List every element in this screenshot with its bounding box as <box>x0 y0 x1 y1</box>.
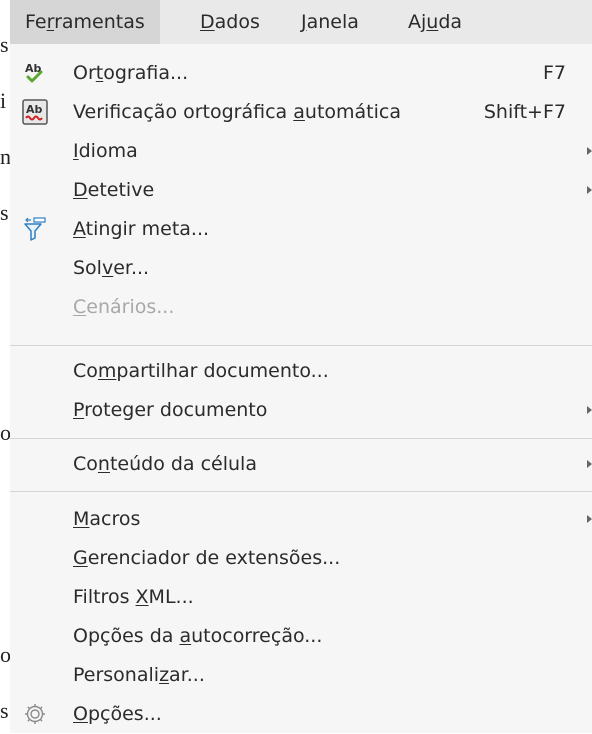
menubar-label: ramentas <box>54 11 145 33</box>
menu-item-cenarios: Cenários... <box>10 288 592 327</box>
document-glyph: s <box>0 200 9 225</box>
menu-item-label: Or <box>73 62 96 84</box>
menubar-item-janela[interactable]: Janela <box>286 0 374 44</box>
menu-item-label: dioma <box>78 140 138 162</box>
menu-item-compartilhar-documento[interactable]: Compartilhar documento... <box>10 352 592 391</box>
autospellcheck-icon: Ab <box>22 99 48 125</box>
menu-item-atingir-meta[interactable]: Atingir meta... <box>10 210 592 249</box>
menu-item-label: utocorreção... <box>191 625 323 647</box>
menu-item-label: Co <box>73 453 98 475</box>
menu-item-label: ar... <box>169 664 205 686</box>
menu-item-label: Filtros <box>73 586 136 608</box>
menubar: Ferramentas Dados Janela Ajuda <box>10 0 592 44</box>
menu-item-accelerator: O <box>73 703 88 725</box>
menu-item-accelerator: a <box>179 625 192 647</box>
menu-item-accelerator: G <box>73 547 88 569</box>
document-glyph: s <box>0 698 9 723</box>
menu-item-label: acros <box>89 508 141 530</box>
spellcheck-icon: Ab <box>22 60 48 86</box>
menu-item-label: Verificação ortográfica <box>73 101 294 123</box>
menubar-item-ferramentas[interactable]: Ferramentas <box>10 0 160 44</box>
menu-item-conteudo-celula[interactable]: Conteúdo da célula <box>10 445 592 484</box>
menubar-label: da <box>438 11 463 33</box>
menubar-accelerator: D <box>200 11 215 33</box>
menu-item-label: partilhar documento... <box>116 360 329 382</box>
menubar-label: ados <box>214 11 260 33</box>
menubar-item-dados[interactable]: Dados <box>185 0 275 44</box>
submenu-arrow-icon <box>587 406 592 414</box>
menu-item-accelerator: D <box>73 179 88 201</box>
menubar-accelerator: r <box>46 11 55 33</box>
menu-item-opcoes[interactable]: Opções... <box>10 695 592 734</box>
menu-item-gerenciador-extensoes[interactable]: Gerenciador de extensões... <box>10 539 592 578</box>
shortcut-label: F7 <box>542 62 566 84</box>
document-glyph: s <box>0 32 9 57</box>
menu-item-accelerator: P <box>73 399 85 421</box>
menu-item-accelerator: m <box>97 360 117 382</box>
menu-item-label: Sol <box>73 257 102 279</box>
submenu-arrow-icon <box>587 515 592 523</box>
menu-item-label: Opções da <box>73 625 180 647</box>
menu-item-label: ML... <box>148 586 194 608</box>
menu-item-personalizar[interactable]: Personalizar... <box>10 656 592 695</box>
menu-item-label: Personali <box>73 664 160 686</box>
menu-item-verificacao-automatica[interactable]: Ab Verificação ortográfica automática Sh… <box>10 93 592 132</box>
menu-item-accelerator: a <box>293 101 305 123</box>
submenu-arrow-icon <box>587 147 592 155</box>
menu-item-label: roteger documento <box>84 399 268 421</box>
submenu-arrow-icon <box>587 186 592 194</box>
menu-item-accelerator: X <box>135 586 149 608</box>
menu-item-idioma[interactable]: Idioma <box>10 132 592 171</box>
menu-item-label: erenciador de extensões... <box>87 547 341 569</box>
menu-item-label: er... <box>113 257 150 279</box>
menu-item-macros[interactable]: Macros <box>10 500 592 539</box>
menu-item-label: enários... <box>86 296 175 318</box>
document-glyph: i <box>0 88 7 113</box>
menu-separator <box>10 491 592 492</box>
menu-item-accelerator: C <box>73 296 87 318</box>
menu-item-filtros-xml[interactable]: Filtros XML... <box>10 578 592 617</box>
svg-text:Ab: Ab <box>26 103 43 116</box>
document-glyph: o <box>0 642 11 667</box>
menu-item-opcoes-autocorrecao[interactable]: Opções da autocorreção... <box>10 617 592 656</box>
menubar-label: anela <box>306 11 359 33</box>
menu-separator <box>10 438 592 439</box>
menu-item-label: ografia... <box>103 62 189 84</box>
menubar-label: Aj <box>408 11 427 33</box>
menu-item-solver[interactable]: Solver... <box>10 249 592 288</box>
goal-seek-icon <box>22 216 48 242</box>
menu-item-label: utomática <box>304 101 401 123</box>
menu-item-label: etetive <box>87 179 155 201</box>
menu-item-accelerator: n <box>97 453 110 475</box>
menu-item-accelerator: A <box>73 218 86 240</box>
menubar-accelerator: u <box>426 11 439 33</box>
menu-item-detetive[interactable]: Detetive <box>10 171 592 210</box>
menubar-item-ajuda[interactable]: Ajuda <box>393 0 477 44</box>
shortcut-label: Shift+F7 <box>483 101 566 123</box>
menu-item-accelerator: M <box>73 508 90 530</box>
document-glyph: o <box>0 420 11 445</box>
menu-item-accelerator: z <box>159 664 170 686</box>
menu-item-label: teúdo da célula <box>109 453 257 475</box>
document-glyph: n <box>0 144 11 169</box>
menu-item-label: pções... <box>87 703 162 725</box>
tools-menu: Ab Ortografia... F7 Ab Verificação ortog… <box>10 44 592 733</box>
menu-item-ortografia[interactable]: Ab Ortografia... F7 <box>10 54 592 93</box>
menu-separator <box>10 345 592 346</box>
menu-item-label: Co <box>73 360 98 382</box>
gear-icon <box>22 701 48 727</box>
menu-item-proteger-documento[interactable]: Proteger documento <box>10 391 592 430</box>
menu-item-label: tingir meta... <box>85 218 210 240</box>
menu-item-accelerator: v <box>101 257 114 279</box>
menubar-label: Fe <box>25 11 47 33</box>
submenu-arrow-icon <box>587 460 592 468</box>
